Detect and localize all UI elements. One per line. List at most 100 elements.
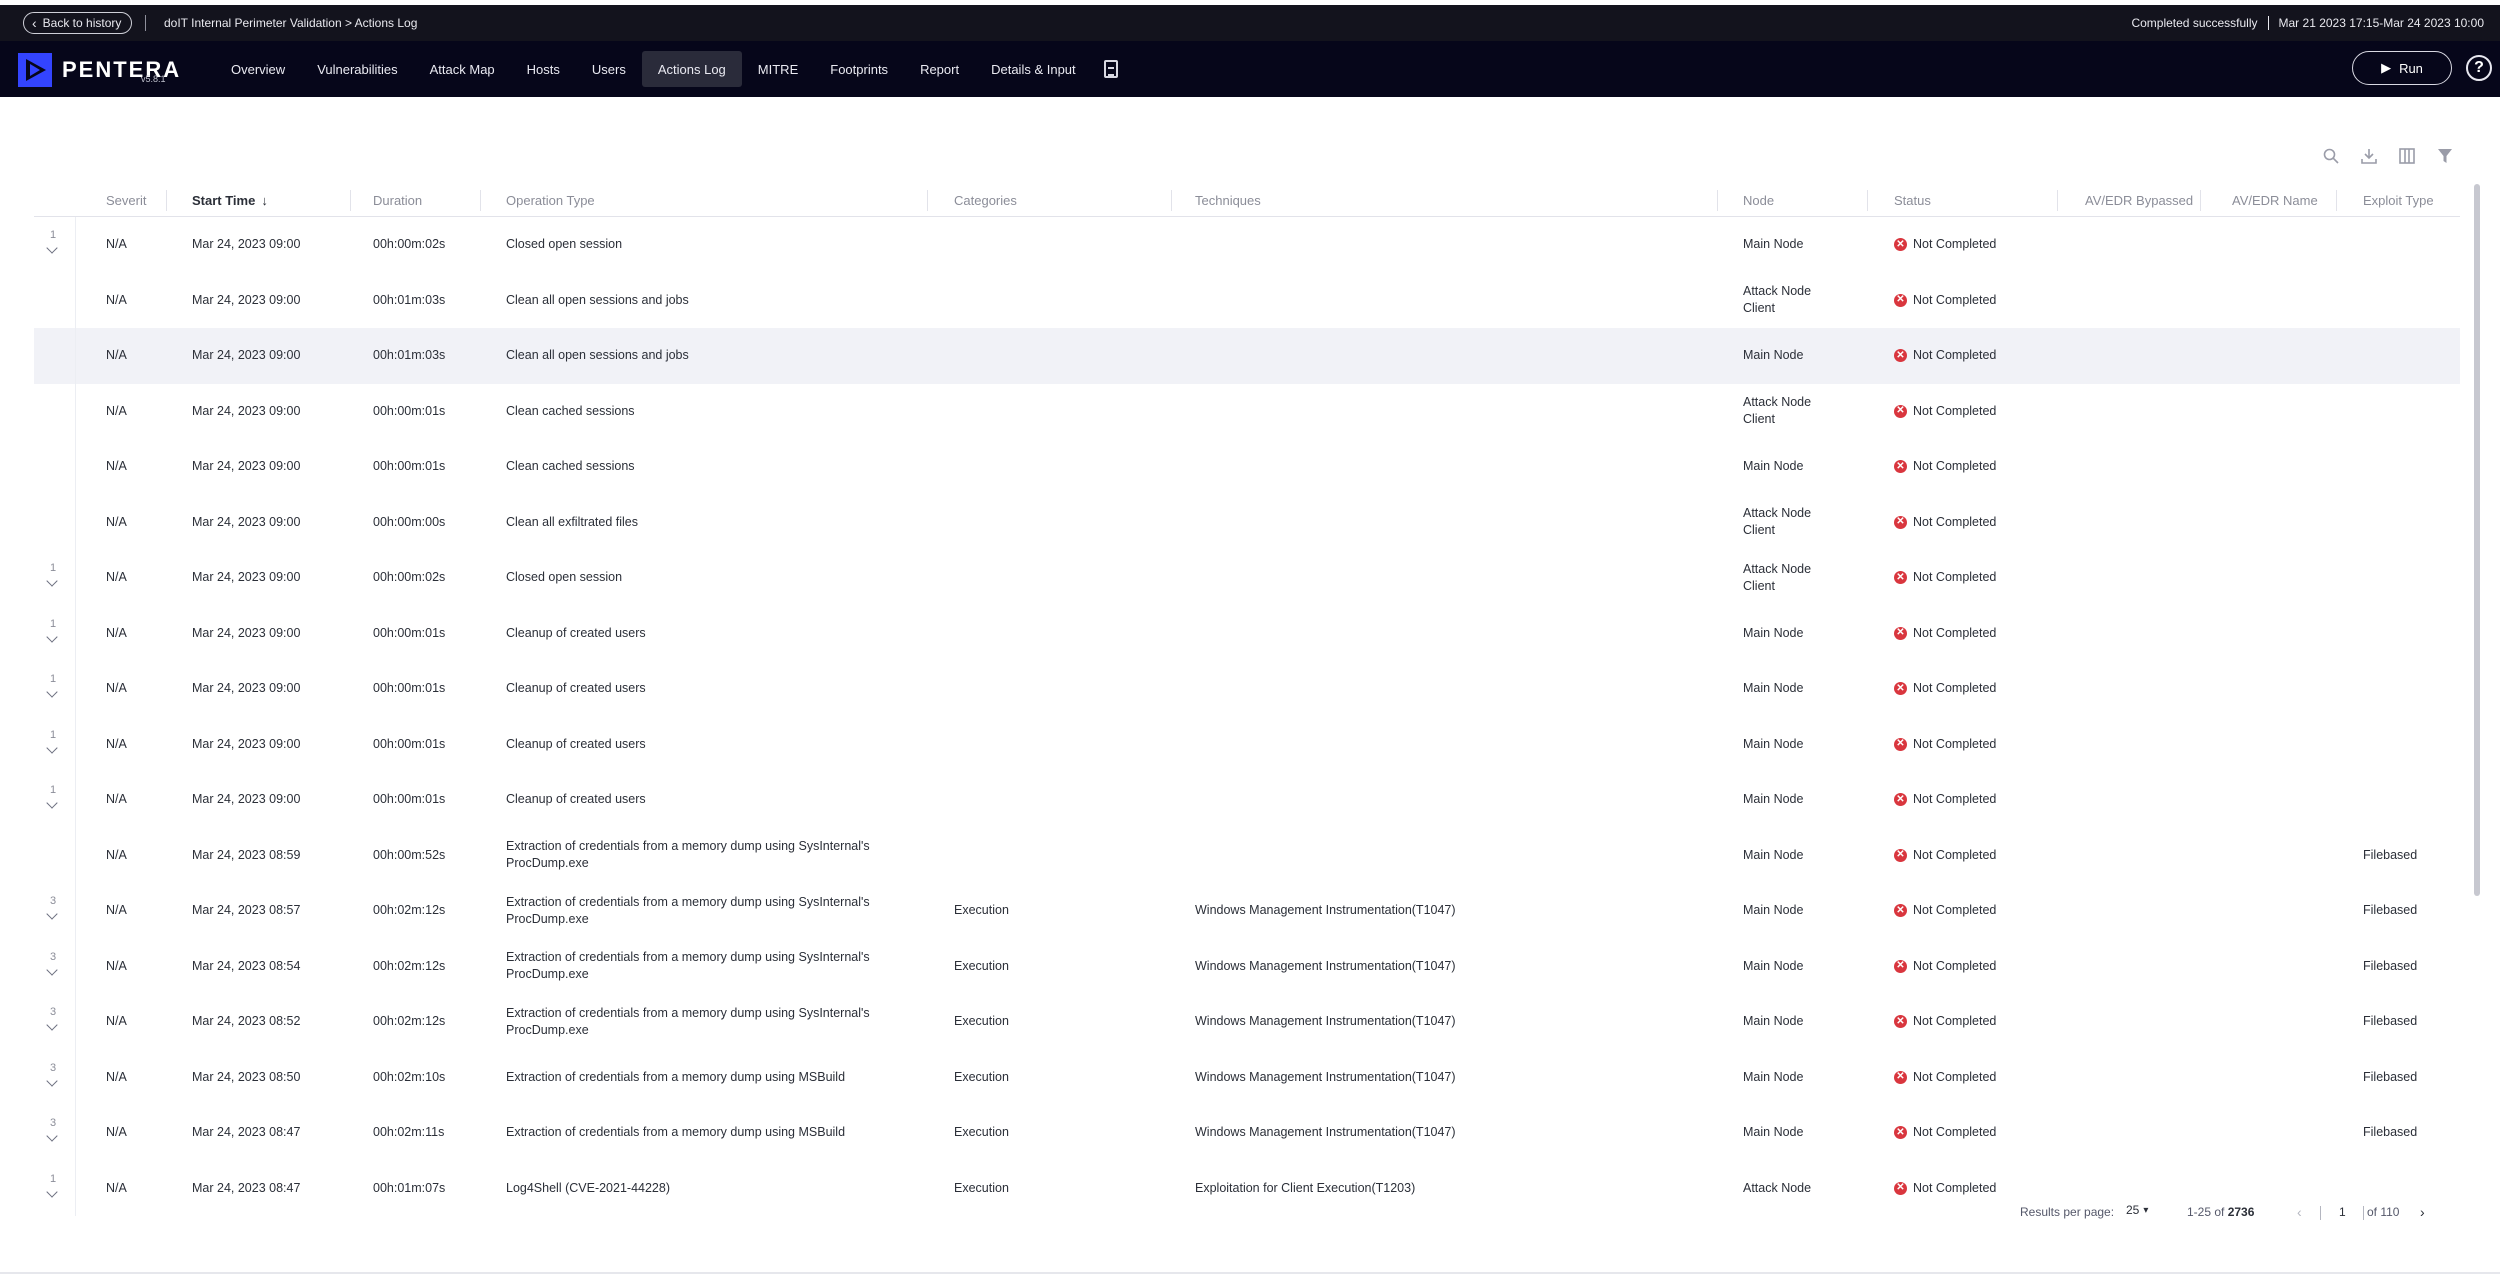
row-expander[interactable]: 1	[34, 716, 76, 772]
chevron-down-icon[interactable]	[46, 797, 58, 809]
pentera-logo[interactable]: PENTERA	[18, 50, 181, 90]
category-cell: Execution	[954, 903, 1009, 918]
column-divider	[1867, 190, 1868, 211]
chevron-down-icon[interactable]	[46, 686, 58, 698]
table-row[interactable]: 3 N/A Mar 24, 2023 08:54 00h:02m:12s Extract…	[34, 938, 2460, 994]
column-header-duration[interactable]: Duration	[373, 184, 422, 217]
error-icon: ✕	[1894, 1015, 1907, 1029]
row-expander[interactable]: 3	[34, 1105, 76, 1161]
chevron-down-icon[interactable]	[46, 1019, 58, 1031]
node-line1: Main Node	[1743, 1014, 1804, 1029]
row-expander[interactable]: 1	[34, 605, 76, 661]
column-header-av-edr-bypassed[interactable]: AV/EDR Bypassed	[2085, 184, 2193, 217]
vertical-scrollbar[interactable]	[2474, 184, 2480, 1194]
column-header-exploit-type[interactable]: Exploit Type	[2363, 184, 2434, 217]
tab-overview[interactable]: Overview	[215, 51, 301, 87]
table-row[interactable]: 1 N/A Mar 24, 2023 09:00 00h:00m:01s Cleanup…	[34, 605, 2460, 661]
tab-footprints[interactable]: Footprints	[814, 51, 904, 87]
search-icon[interactable]	[2322, 147, 2340, 165]
chevron-down-icon[interactable]	[46, 1130, 58, 1142]
table-row[interactable]: 1 N/A Mar 24, 2023 09:00 00h:00m:01s Cleanup…	[34, 772, 2460, 828]
table-row[interactable]: 3 N/A Mar 24, 2023 08:50 00h:02m:10s Extract…	[34, 1049, 2460, 1105]
tab-hosts[interactable]: Hosts	[511, 51, 576, 87]
chevron-down-icon[interactable]	[46, 1074, 58, 1087]
row-expander[interactable]: 3	[34, 1049, 76, 1105]
tab-mitre[interactable]: MITRE	[742, 51, 814, 87]
column-divider	[1717, 190, 1718, 211]
column-header-techniques[interactable]: Techniques	[1195, 184, 1261, 217]
prev-page-icon[interactable]: ‹	[2297, 1204, 2302, 1220]
chevron-down-icon[interactable]	[46, 963, 58, 976]
column-divider	[350, 190, 351, 211]
pdf-export-icon[interactable]	[1103, 60, 1118, 78]
node-line1: Attack Node	[1743, 395, 1812, 410]
download-icon[interactable]	[2360, 147, 2378, 165]
row-expander[interactable]: 1	[34, 550, 76, 606]
row-expander[interactable]: 1	[34, 217, 76, 273]
help-icon[interactable]: ?	[2466, 55, 2492, 81]
status-text: Not Completed	[1913, 792, 1997, 807]
table-row[interactable]: 3 N/A Mar 24, 2023 08:57 00h:02m:12s Extract…	[34, 883, 2460, 939]
tab-attack-map[interactable]: Attack Map	[414, 51, 511, 87]
tab-actions-log[interactable]: Actions Log	[641, 51, 742, 87]
start-time-cell: Mar 24, 2023 09:00	[192, 348, 301, 363]
node-line2: Client	[1743, 301, 1775, 316]
row-expander[interactable]: 3	[34, 883, 76, 939]
column-header-node[interactable]: Node	[1743, 184, 1774, 217]
next-page-icon[interactable]: ›	[2420, 1204, 2425, 1220]
start-time-cell: Mar 24, 2023 09:00	[192, 625, 301, 640]
error-icon: ✕	[1894, 959, 1907, 973]
chevron-down-icon[interactable]	[46, 242, 58, 254]
table-row[interactable]: 1 N/A Mar 24, 2023 09:00 00h:00m:02s Closed …	[34, 550, 2460, 606]
column-header-status[interactable]: Status	[1894, 184, 1931, 217]
filter-icon[interactable]	[2436, 147, 2454, 165]
column-header-av-edr-name[interactable]: AV/EDR Name	[2232, 184, 2318, 217]
table-row[interactable]: N/A Mar 24, 2023 09:00 00h:01m:03s Clean al…	[34, 272, 2460, 328]
row-expander[interactable]: 1	[34, 661, 76, 717]
chevron-down-icon[interactable]	[46, 741, 58, 754]
table-row[interactable]: 3 N/A Mar 24, 2023 08:47 00h:02m:11s Extract…	[34, 1105, 2460, 1161]
table-row[interactable]: N/A Mar 24, 2023 09:00 00h:00m:01s Clean ca…	[34, 383, 2460, 440]
error-icon: ✕	[1894, 626, 1907, 640]
status-text: Not Completed	[1913, 514, 1997, 529]
tab-vulnerabilities[interactable]: Vulnerabilities	[301, 51, 413, 87]
scrollbar-thumb[interactable]	[2474, 184, 2480, 896]
columns-icon[interactable]	[2398, 147, 2416, 165]
row-expander	[34, 272, 76, 328]
tab-details-input[interactable]: Details & Input	[975, 51, 1092, 87]
column-header-start-time[interactable]: Start Time ↓	[192, 184, 268, 217]
operation-type-line1: Extraction of credentials from a memory …	[506, 1005, 870, 1020]
chevron-down-icon[interactable]	[46, 575, 58, 587]
column-header-severity[interactable]: Severit	[106, 184, 146, 217]
status-cell: ✕ Not Completed	[1894, 384, 1996, 440]
row-expander[interactable]: 3	[34, 938, 76, 994]
current-page-input[interactable]: 1	[2339, 1205, 2346, 1219]
chevron-down-icon[interactable]	[46, 908, 58, 920]
table-row[interactable]: N/A Mar 24, 2023 09:00 00h:01m:03s Clean al…	[34, 328, 2460, 384]
run-button[interactable]: ▶ Run	[2352, 51, 2452, 85]
table-row[interactable]: 3 N/A Mar 24, 2023 08:52 00h:02m:12s Extract…	[34, 994, 2460, 1050]
results-per-page-select[interactable]: 25 ▾	[2126, 1203, 2148, 1217]
tab-users[interactable]: Users	[576, 51, 642, 87]
chevron-left-icon: ‹	[32, 15, 37, 31]
tab-report[interactable]: Report	[904, 51, 975, 87]
error-icon: ✕	[1894, 1126, 1907, 1140]
table-row[interactable]: N/A Mar 24, 2023 09:00 00h:00m:00s Clean al…	[34, 494, 2460, 550]
row-expander[interactable]: 1	[34, 772, 76, 828]
duration-cell: 00h:00m:02s	[373, 570, 446, 585]
back-to-history-button[interactable]: ‹ Back to history	[23, 12, 133, 34]
operation-type-cell: Cleanup of created users	[506, 661, 646, 717]
operation-type-line1: Cleanup of created users	[506, 736, 646, 751]
table-row[interactable]: 1 N/A Mar 24, 2023 09:00 00h:00m:02s Closed …	[34, 217, 2460, 273]
start-time-cell: Mar 24, 2023 09:00	[192, 459, 301, 474]
chevron-down-icon[interactable]	[46, 630, 58, 643]
status-cell: ✕ Not Completed	[1894, 772, 1996, 828]
duration-cell: 00h:02m:12s	[373, 1014, 446, 1029]
column-header-categories[interactable]: Categories	[954, 184, 1017, 217]
table-row[interactable]: 1 N/A Mar 24, 2023 09:00 00h:00m:01s Cleanup…	[34, 661, 2460, 717]
column-header-operation-type[interactable]: Operation Type	[506, 184, 595, 217]
table-row[interactable]: 1 N/A Mar 24, 2023 09:00 00h:00m:01s Cleanup…	[34, 716, 2460, 772]
table-row[interactable]: N/A Mar 24, 2023 08:59 00h:00m:52s Extracti…	[34, 827, 2460, 883]
row-expander[interactable]: 3	[34, 994, 76, 1050]
table-row[interactable]: N/A Mar 24, 2023 09:00 00h:00m:01s Clean ca…	[34, 439, 2460, 495]
